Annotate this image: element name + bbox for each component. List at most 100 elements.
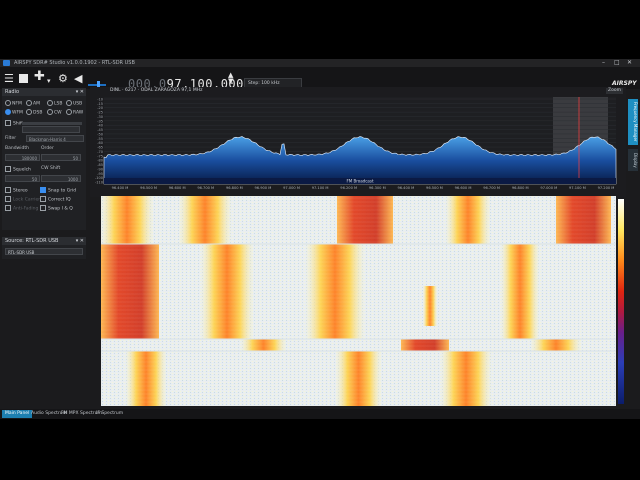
checkbox-box xyxy=(5,196,11,202)
shift-slider[interactable] xyxy=(22,122,82,125)
shift-value-field[interactable] xyxy=(22,126,80,133)
tab-frequency-manager[interactable]: Frequency Manager xyxy=(628,99,638,145)
snap-to-grid-label: Snap to Grid xyxy=(48,188,77,194)
window-title: AIRSPY SDR# Studio v1.0.0.1902 - RTL-SDR… xyxy=(14,60,135,66)
freq-tick-label: 96.400 M xyxy=(397,186,414,190)
shift-checkbox[interactable]: Shift xyxy=(5,120,23,127)
device-select[interactable]: RTL-SDR USB xyxy=(5,248,83,255)
correct-iq-checkbox[interactable]: Correct IQ xyxy=(40,196,71,203)
mode-nfm-radio[interactable]: NFM xyxy=(5,100,22,107)
lock-carrier-checkbox[interactable]: Lock Carrier xyxy=(5,196,40,203)
dropdown-caret-icon[interactable]: ▾ xyxy=(47,76,51,87)
radio-panel: Radio ▾ ✕ NFM AM LSB USB WFM DSB CW RAW … xyxy=(2,88,86,230)
waterfall-signal-trace xyxy=(201,244,253,339)
checkbox-box xyxy=(5,187,11,193)
freq-tick-label: 96.800 M xyxy=(226,186,243,190)
waterfall-signal-trace xyxy=(441,351,491,406)
source-panel-title: Source: RTL-SDR USB xyxy=(5,238,59,244)
freq-tick-label: 96.600 M xyxy=(455,186,472,190)
order-input[interactable]: 50 xyxy=(41,154,81,161)
bottom-tab-bar: Main Panel Audio Spectrum FM MPX Spectru… xyxy=(0,409,640,419)
speaker-icon[interactable]: ◀ xyxy=(74,73,82,84)
checkbox-box xyxy=(5,166,11,172)
waterfall-signal-trace xyxy=(446,196,490,244)
main-window: AIRSPY SDR# Studio v1.0.0.1902 - RTL-SDR… xyxy=(0,59,640,419)
cw-shift-label: CW Shift xyxy=(41,166,61,171)
mode-lsb-radio[interactable]: LSB xyxy=(47,100,62,107)
bandwidth-input[interactable]: 180000 xyxy=(5,154,40,161)
maximize-button[interactable]: □ xyxy=(614,59,620,66)
tab-display[interactable]: Display xyxy=(628,149,638,171)
checkbox-box xyxy=(40,205,46,211)
waterfall-signal-trace xyxy=(179,196,231,244)
mode-dsb-radio[interactable]: DSB xyxy=(26,109,42,116)
freq-tick-label: 97.000 M xyxy=(283,186,300,190)
waterfall-canvas xyxy=(101,196,616,406)
swap-iq-label: Swap I & Q xyxy=(48,206,73,212)
freq-tick-label: 96.300 M xyxy=(369,186,386,190)
checkbox-box xyxy=(5,120,11,126)
stereo-checkbox[interactable]: Stereo xyxy=(5,187,28,194)
anti-fading-checkbox[interactable]: Anti-Fading xyxy=(5,205,38,212)
waterfall-signal-trace xyxy=(101,196,153,244)
waterfall-color-scale xyxy=(618,199,624,404)
lock-carrier-label: Lock Carrier xyxy=(13,197,41,203)
squelch-label: Squelch xyxy=(13,167,31,173)
mode-raw-label: RAW xyxy=(73,110,84,116)
mode-am-label: AM xyxy=(33,101,40,107)
mode-raw-radio[interactable]: RAW xyxy=(66,109,83,116)
squelch-checkbox[interactable]: Squelch xyxy=(5,166,31,173)
radio-indicator xyxy=(5,109,11,115)
freq-tick-label: 96.900 M xyxy=(255,186,272,190)
tab-if-spectrum[interactable]: IF Spectrum xyxy=(93,410,126,418)
swap-iq-checkbox[interactable]: Swap I & Q xyxy=(40,205,73,212)
mode-dsb-label: DSB xyxy=(33,110,43,116)
mode-cw-radio[interactable]: CW xyxy=(47,109,62,116)
minimize-button[interactable]: – xyxy=(602,59,605,66)
stop-button[interactable] xyxy=(19,74,28,83)
mode-usb-label: USB xyxy=(73,101,83,107)
settings-gear-icon[interactable]: ⚙ xyxy=(58,73,68,84)
radio-indicator xyxy=(5,100,11,106)
mode-usb-radio[interactable]: USB xyxy=(66,100,82,107)
waterfall-signal-trace xyxy=(501,244,539,339)
squelch-input[interactable]: 50 xyxy=(5,175,40,182)
source-panel: Source: RTL-SDR USB ▾ ✕ RTL-SDR USB xyxy=(2,237,86,259)
mode-wfm-radio[interactable]: WFM xyxy=(5,109,23,116)
waterfall-signal-trace xyxy=(241,339,286,351)
waterfall-signal-trace xyxy=(306,244,364,339)
mode-am-radio[interactable]: AM xyxy=(26,100,40,107)
freq-tick-label: 96.800 M xyxy=(512,186,529,190)
menu-icon[interactable]: ☰ xyxy=(4,73,14,84)
anti-fading-label: Anti-Fading xyxy=(13,206,39,212)
add-icon[interactable]: ✚ xyxy=(34,70,45,83)
snap-to-grid-checkbox[interactable]: Snap to Grid xyxy=(40,187,76,194)
waterfall-signal-trace xyxy=(556,196,611,244)
title-bar: AIRSPY SDR# Studio v1.0.0.1902 - RTL-SDR… xyxy=(0,59,640,67)
stop-icon xyxy=(19,74,28,83)
freq-tick-label: 97.200 M xyxy=(598,186,615,190)
radio-panel-title: Radio xyxy=(5,89,20,95)
filter-select[interactable]: Blackman-Harris 4 xyxy=(26,135,84,142)
brand-logo: AIRSPY xyxy=(612,80,637,87)
freq-tick-label: 97.100 M xyxy=(569,186,586,190)
freq-tick-label: 96.700 M xyxy=(197,186,214,190)
toolbar: ☰ ✚ ▾ ⚙ ◀ 000.097.100.000 ▲ ▼ Step: 100 k… xyxy=(0,67,640,91)
radio-panel-header[interactable]: Radio ▾ ✕ xyxy=(2,88,86,96)
checkbox-box xyxy=(40,196,46,202)
close-button[interactable]: ✕ xyxy=(627,59,632,66)
spectrum-analyzer[interactable]: DINL · 6217 · ODAL ZARAGOZA 97,1 MHz Zoo… xyxy=(90,87,626,197)
source-panel-header[interactable]: Source: RTL-SDR USB ▾ ✕ xyxy=(2,237,86,245)
order-label: Order xyxy=(41,146,54,151)
panel-pin-close-icon[interactable]: ▾ ✕ xyxy=(76,88,84,96)
radio-indicator xyxy=(66,109,72,115)
mode-nfm-label: NFM xyxy=(12,101,22,107)
cw-shift-input[interactable]: 1000 xyxy=(41,175,81,182)
waterfall-display[interactable] xyxy=(101,196,616,406)
waterfall-signal-trace xyxy=(531,339,581,351)
app-logo-icon xyxy=(3,60,10,66)
tune-updown-icon[interactable]: ▲ ▼ xyxy=(228,72,233,85)
waterfall-signal-trace xyxy=(337,196,393,244)
panel-pin-close-icon[interactable]: ▾ ✕ xyxy=(76,237,84,245)
checkbox-box xyxy=(5,205,11,211)
